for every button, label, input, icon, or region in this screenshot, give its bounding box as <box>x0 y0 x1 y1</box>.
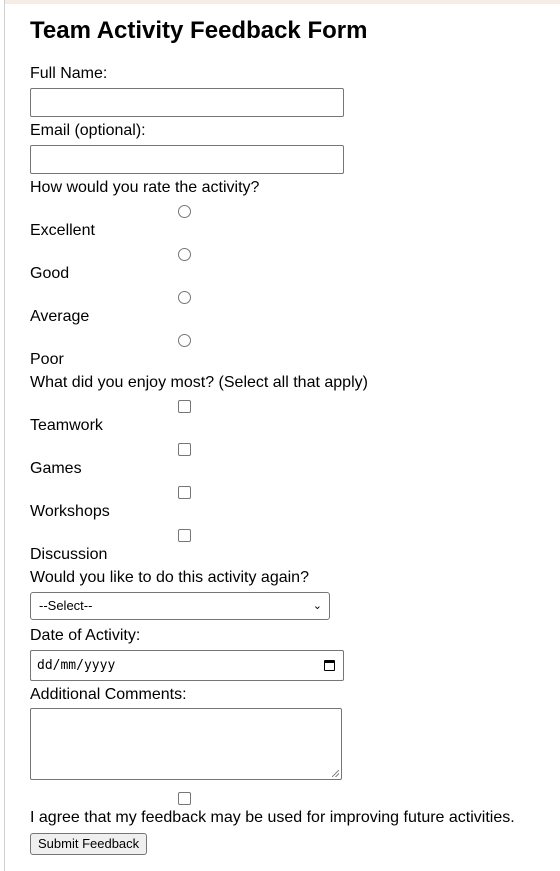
again-select-value: --Select-- <box>39 598 93 613</box>
page-title: Team Activity Feedback Form <box>30 17 368 44</box>
rating-excellent-label: Excellent <box>30 222 95 239</box>
agree-checkbox[interactable] <box>178 792 191 805</box>
comments-label: Additional Comments: <box>30 686 187 703</box>
date-label: Date of Activity: <box>30 627 141 644</box>
enjoy-games-checkbox[interactable] <box>178 443 191 456</box>
enjoy-games-label: Games <box>30 460 82 477</box>
enjoy-workshops-checkbox[interactable] <box>178 486 191 499</box>
enjoy-question: What did you enjoy most? (Select all tha… <box>30 374 368 391</box>
date-input[interactable]: dd/mm/yyyy <box>30 650 344 681</box>
page: Team Activity Feedback Form Full Name: E… <box>5 4 560 871</box>
agree-label: I agree that my feedback may be used for… <box>30 809 515 826</box>
again-question: Would you like to do this activity again… <box>30 569 309 586</box>
comments-textarea[interactable] <box>30 708 342 780</box>
enjoy-workshops-label: Workshops <box>30 503 110 520</box>
rating-poor-label: Poor <box>30 351 64 368</box>
enjoy-teamwork-label: Teamwork <box>30 417 103 434</box>
enjoy-discussion-checkbox[interactable] <box>178 529 191 542</box>
full-name-label: Full Name: <box>30 65 108 82</box>
rating-excellent-radio[interactable] <box>178 205 191 218</box>
email-label: Email (optional): <box>30 122 146 139</box>
rating-good-label: Good <box>30 265 70 282</box>
rating-good-radio[interactable] <box>178 248 191 261</box>
again-select[interactable]: --Select-- ⌄ <box>30 592 330 620</box>
submit-button[interactable]: Submit Feedback <box>30 833 148 855</box>
resize-grip-icon[interactable] <box>332 770 339 777</box>
calendar-icon[interactable] <box>324 660 335 671</box>
enjoy-teamwork-checkbox[interactable] <box>178 400 191 413</box>
full-name-input[interactable] <box>30 88 344 117</box>
email-input[interactable] <box>30 145 344 174</box>
date-placeholder: dd/mm/yyyy <box>37 658 116 673</box>
chevron-down-icon: ⌄ <box>312 600 322 612</box>
rating-average-radio[interactable] <box>178 291 191 304</box>
rating-average-label: Average <box>30 308 90 325</box>
rating-question: How would you rate the activity? <box>30 179 260 196</box>
enjoy-discussion-label: Discussion <box>30 546 108 563</box>
rating-poor-radio[interactable] <box>178 334 191 347</box>
